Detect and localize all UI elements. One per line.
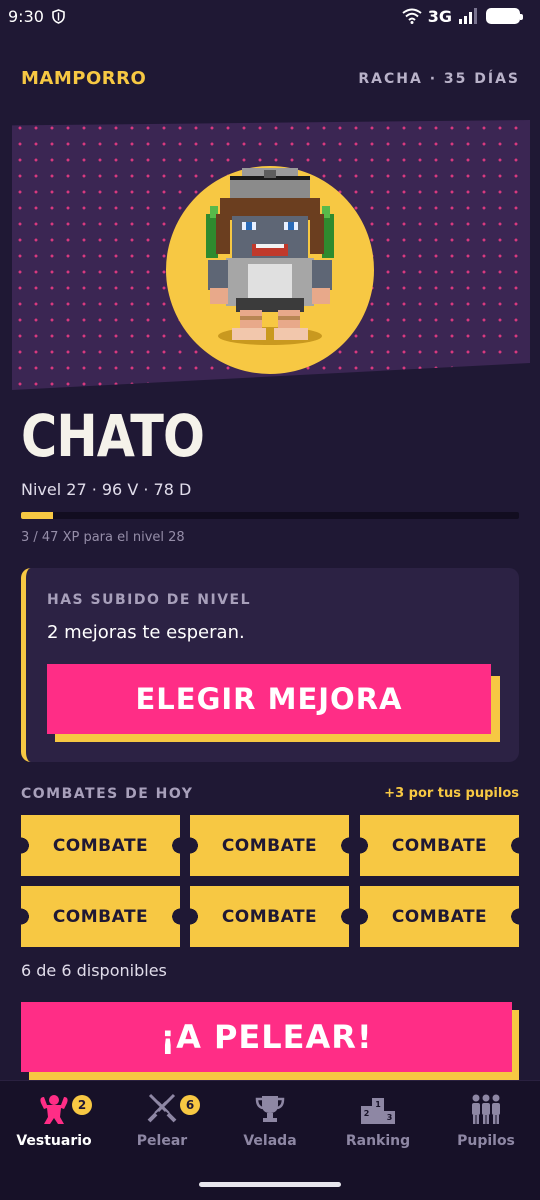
shield-icon [52,8,65,24]
flexing-strongman-icon [40,1095,68,1124]
top-bar: MAMPORRO RACHA · 35 DÍAS [21,68,520,89]
svg-text:1: 1 [375,1100,381,1109]
nav-badge: 6 [180,1095,200,1115]
fight-ticket[interactable]: COMBATE [190,815,349,876]
fighter-stats: Nivel 27 · 96 V · 78 D [21,480,192,499]
fighter-sprite [206,168,334,345]
fight-ticket[interactable]: COMBATE [360,886,519,947]
fights-header: COMBATES DE HOY +3 por tus pupilos [21,786,519,802]
crossed-swords-icon [147,1093,177,1123]
fighter-portrait[interactable] [166,166,374,374]
nav-item-velada[interactable]: Velada [216,1089,324,1159]
trophy-icon [255,1096,285,1122]
app-brand: MAMPORRO [21,68,147,89]
signal-icon [459,8,477,24]
level-up-card: HAS SUBIDO DE NIVEL 2 mejoras te esperan… [21,568,519,762]
nav-item-pelear[interactable]: 6 Pelear [108,1089,216,1159]
xp-progress-bar [21,512,519,519]
network-type: 3G [427,6,452,26]
home-indicator[interactable] [199,1182,341,1187]
nav-label: Pelear [136,1133,188,1149]
battery-icon [486,8,523,24]
choose-upgrade-button[interactable]: ELEGIR MEJORA [47,664,491,734]
fights-bonus: +3 por tus pupilos [384,786,519,801]
level-up-label: HAS SUBIDO DE NIVEL [47,592,252,608]
nav-label: Ranking [345,1133,411,1149]
fight-ticket[interactable]: COMBATE [21,886,180,947]
nav-label: Pupilos [457,1133,515,1149]
status-bar: 9:30 3G [0,0,540,32]
fight-button[interactable]: ¡A PELEAR! [21,1002,512,1072]
fight-ticket[interactable]: COMBATE [190,886,349,947]
svg-text:3: 3 [387,1113,393,1122]
fight-ticket[interactable]: COMBATE [21,815,180,876]
nav-badge: 2 [72,1095,92,1115]
nav-item-ranking[interactable]: 1 2 3 Ranking [324,1089,432,1159]
fights-title: COMBATES DE HOY [21,786,194,802]
xp-progress-fill [21,512,53,519]
streak-counter: RACHA · 35 DÍAS [358,70,520,87]
group-icon [472,1094,500,1124]
clock: 9:30 [8,6,44,26]
fights-available: 6 de 6 disponibles [21,961,167,980]
nav-item-pupilos[interactable]: Pupilos [432,1089,540,1159]
fighter-name: CHATO [21,402,205,470]
wifi-icon [402,8,422,24]
svg-text:2: 2 [364,1109,370,1118]
podium-icon: 1 2 3 [361,1098,395,1124]
level-up-message: 2 mejoras te esperan. [47,622,245,643]
nav-label: Vestuario [16,1133,92,1149]
xp-progress-text: 3 / 47 XP para el nivel 28 [21,530,185,545]
fight-ticket[interactable]: COMBATE [360,815,519,876]
nav-label: Velada [243,1133,297,1149]
nav-item-vestuario[interactable]: 2 Vestuario [0,1089,108,1159]
